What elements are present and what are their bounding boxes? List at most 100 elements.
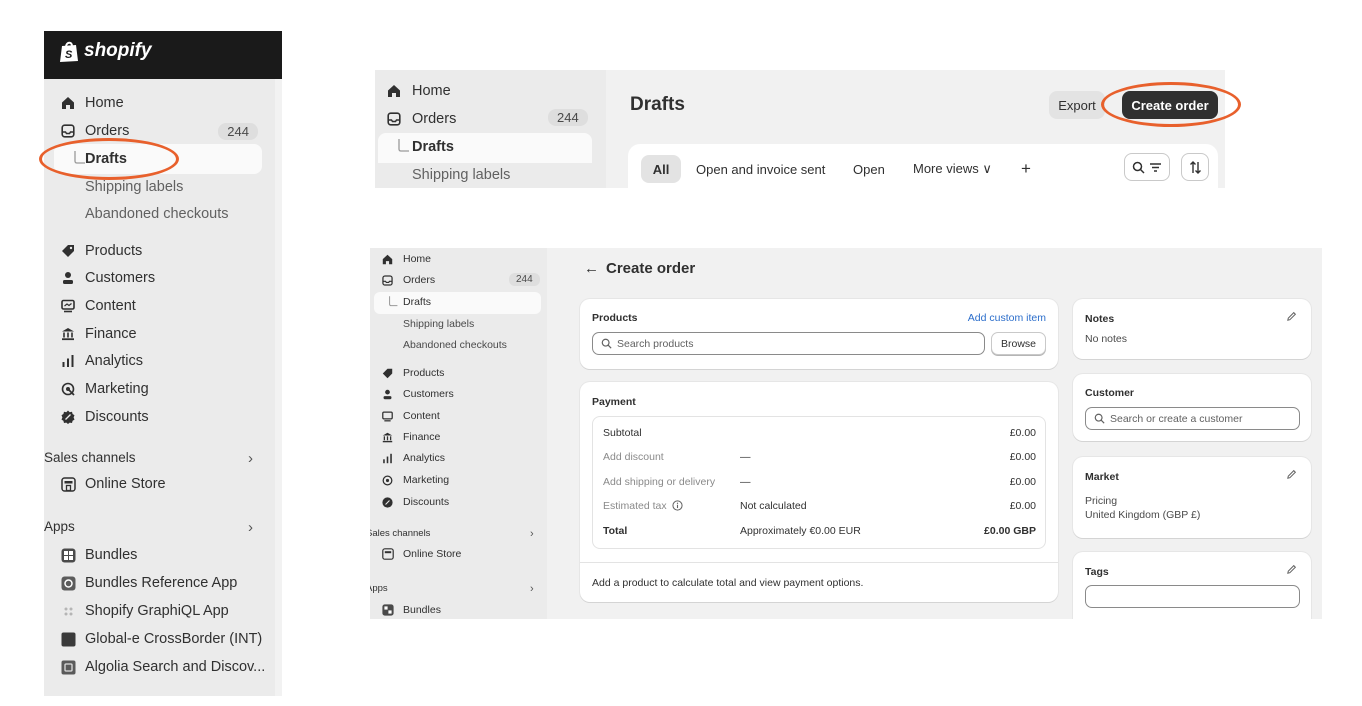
sidebar-item-label: Orders [403, 274, 436, 286]
sidebar-item-analytics[interactable]: Analytics [370, 448, 547, 468]
chevron-right-icon[interactable]: › [530, 583, 534, 595]
search-icon [601, 338, 612, 349]
pencil-icon[interactable] [1286, 469, 1297, 480]
tab-more-views[interactable]: More views ∨ [913, 155, 992, 183]
add-custom-item-link[interactable]: Add custom item [968, 312, 1046, 324]
sidebar-item-discounts[interactable]: Discounts [44, 404, 282, 430]
sidebar-item-content[interactable]: Content [44, 293, 282, 319]
monitor-icon [59, 297, 77, 315]
sidebar-app-algolia[interactable]: Algolia Search and Discov... [44, 654, 282, 680]
notes-card: Notes No notes [1073, 299, 1311, 359]
add-shipping-link[interactable]: Add shipping or delivery [603, 476, 715, 488]
sales-channels-heading[interactable]: Sales channels [44, 450, 136, 465]
market-card: Market Pricing United Kingdom (GBP £) [1073, 457, 1311, 538]
sidebar-app-bundles-reference[interactable]: Bundles Reference App [44, 570, 282, 596]
sidebar-item-label: Bundles [85, 547, 138, 563]
pencil-icon[interactable] [1286, 564, 1297, 575]
sidebar-item-customers[interactable]: Customers [44, 265, 282, 291]
pricing-label: Pricing [1085, 495, 1118, 507]
sidebar-item-label: Content [85, 298, 136, 314]
sidebar-item-content[interactable]: Content [370, 406, 547, 426]
tab-open-and-invoice-sent[interactable]: Open and invoice sent [696, 155, 825, 183]
shopify-logo[interactable]: S shopify [58, 39, 152, 63]
pencil-icon[interactable] [1286, 311, 1297, 322]
search-filter-button[interactable] [1124, 153, 1170, 181]
tab-open[interactable]: Open [853, 155, 885, 183]
notes-title: Notes [1085, 313, 1115, 325]
chevron-right-icon[interactable]: › [248, 519, 253, 536]
sidebar-app-global-e[interactable]: Global-e CrossBorder (INT) [44, 626, 282, 652]
sidebar-item-home[interactable]: Home [44, 90, 282, 116]
page-header: ← Create order [584, 260, 695, 277]
person-icon [59, 269, 77, 287]
section-label: Sales channels [370, 528, 431, 539]
chevron-right-icon[interactable]: › [248, 450, 253, 467]
products-title: Products [592, 312, 638, 324]
search-products-input[interactable]: Search products [592, 332, 985, 355]
sidebar-item-marketing[interactable]: Marketing [370, 470, 547, 490]
drafts-page-panel: Home Orders 244 Drafts Shipping labels D… [375, 70, 1225, 188]
inbox-icon [385, 110, 403, 128]
sidebar-app-bundles[interactable]: Bundles [370, 600, 547, 619]
sidebar-item-analytics[interactable]: Analytics [44, 348, 282, 374]
home-icon [381, 253, 394, 266]
total-detail: Approximately €0.00 EUR [740, 525, 861, 537]
tags-input[interactable] [1085, 585, 1300, 608]
page-title: Create order [606, 260, 696, 277]
sidebar-item-marketing[interactable]: Marketing [44, 376, 282, 402]
sidebar-item-label: Shipping labels [403, 318, 475, 330]
bundles-app-icon [59, 546, 77, 564]
sidebar-item-home[interactable]: Home [370, 249, 547, 269]
chevron-right-icon[interactable]: › [530, 528, 534, 540]
sidebar-item-abandoned-checkouts[interactable]: Abandoned checkouts [44, 201, 282, 227]
sidebar-item-products[interactable]: Products [44, 238, 282, 264]
sidebar-item-label: Marketing [85, 381, 149, 397]
orders-count-badge: 244 [218, 122, 258, 140]
sidebar-item-label: Bundles Reference App [85, 575, 238, 591]
target-icon [59, 380, 77, 398]
sidebar-item-finance[interactable]: Finance [44, 321, 282, 347]
sidebar-item-abandoned-checkouts[interactable]: Abandoned checkouts [370, 335, 547, 355]
browse-button[interactable]: Browse [991, 332, 1046, 355]
back-arrow-icon[interactable]: ← [584, 260, 599, 277]
payment-title: Payment [592, 396, 636, 408]
export-button[interactable]: Export [1049, 91, 1105, 119]
sidebar-item-online-store[interactable]: Online Store [44, 471, 282, 497]
drafts-highlight-ring [39, 138, 179, 180]
sub-branch-icon [387, 295, 400, 309]
sidebar-item-drafts[interactable]: Drafts [375, 134, 606, 160]
customer-search-input[interactable]: Search or create a customer [1085, 407, 1300, 430]
section-label: Sales channels [44, 450, 136, 465]
storefront-icon [59, 475, 77, 493]
add-discount-link[interactable]: Add discount [603, 451, 664, 463]
info-icon[interactable] [672, 500, 683, 511]
add-view-button[interactable]: + [1021, 155, 1031, 183]
sidebar-item-products[interactable]: Products [370, 363, 547, 383]
sidebar-item-drafts[interactable]: Drafts [370, 292, 547, 312]
tab-all[interactable]: All [641, 155, 681, 183]
svg-text:S: S [65, 49, 73, 61]
customer-search-placeholder: Search or create a customer [1110, 412, 1243, 425]
sidebar-item-label: Products [85, 243, 143, 259]
search-placeholder: Search products [617, 337, 694, 350]
home-icon [59, 94, 77, 112]
sidebar-app-graphiql[interactable]: Shopify GraphiQL App [44, 598, 282, 624]
sidebar-item-home[interactable]: Home [375, 78, 606, 104]
total-label: Total [603, 525, 628, 537]
sidebar-app-bundles[interactable]: Bundles [44, 542, 282, 568]
sidebar-item-customers[interactable]: Customers [370, 384, 547, 404]
tags-title: Tags [1085, 566, 1109, 578]
sidebar-item-label: Marketing [403, 474, 450, 486]
sales-channels-heading[interactable]: Sales channels [370, 528, 430, 539]
sidebar-item-shipping-labels[interactable]: Shipping labels [370, 314, 547, 334]
sidebar-item-discounts[interactable]: Discounts [370, 492, 547, 512]
apps-heading[interactable]: Apps [370, 583, 388, 594]
customer-card: Customer Search or create a customer [1073, 374, 1311, 441]
total-amount: £0.00 GBP [984, 525, 1036, 537]
sidebar-item-label: Online Store [85, 476, 166, 492]
sidebar-item-online-store[interactable]: Online Store [370, 544, 547, 564]
sidebar-item-shipping-labels[interactable]: Shipping labels [375, 162, 606, 188]
apps-heading[interactable]: Apps [44, 519, 75, 534]
sort-button[interactable] [1181, 153, 1209, 181]
sidebar-item-finance[interactable]: Finance [370, 427, 547, 447]
